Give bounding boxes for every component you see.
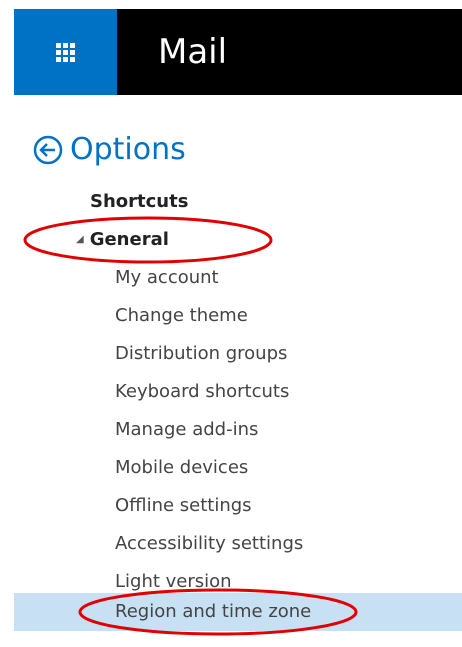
waffle-grid-icon: [56, 42, 75, 62]
nav-item-region-and-time-zone[interactable]: Region and time zone: [115, 594, 311, 630]
top-bar: Mail: [14, 9, 462, 95]
expanded-triangle-icon: ◢: [76, 234, 84, 245]
app-title: Mail: [158, 32, 228, 72]
nav-item-distribution-groups[interactable]: Distribution groups: [115, 336, 287, 372]
options-back-link[interactable]: Options: [32, 130, 186, 170]
back-arrow-circle-icon: [33, 135, 63, 165]
nav-item-general-label: General: [89, 229, 169, 250]
nav-item-offline-settings[interactable]: Offline settings: [115, 488, 252, 524]
nav-item-keyboard-shortcuts[interactable]: Keyboard shortcuts: [115, 374, 289, 410]
nav-item-general[interactable]: ◢ General: [76, 222, 169, 258]
app-launcher-button[interactable]: [14, 9, 117, 95]
nav-item-my-account[interactable]: My account: [115, 260, 219, 296]
options-title: Options: [70, 132, 186, 167]
nav-item-manage-add-ins[interactable]: Manage add-ins: [115, 412, 258, 448]
nav-item-mobile-devices[interactable]: Mobile devices: [115, 450, 248, 486]
nav-item-change-theme[interactable]: Change theme: [115, 298, 248, 334]
nav-item-accessibility-settings[interactable]: Accessibility settings: [115, 526, 303, 562]
nav-item-shortcuts[interactable]: Shortcuts: [90, 184, 188, 220]
